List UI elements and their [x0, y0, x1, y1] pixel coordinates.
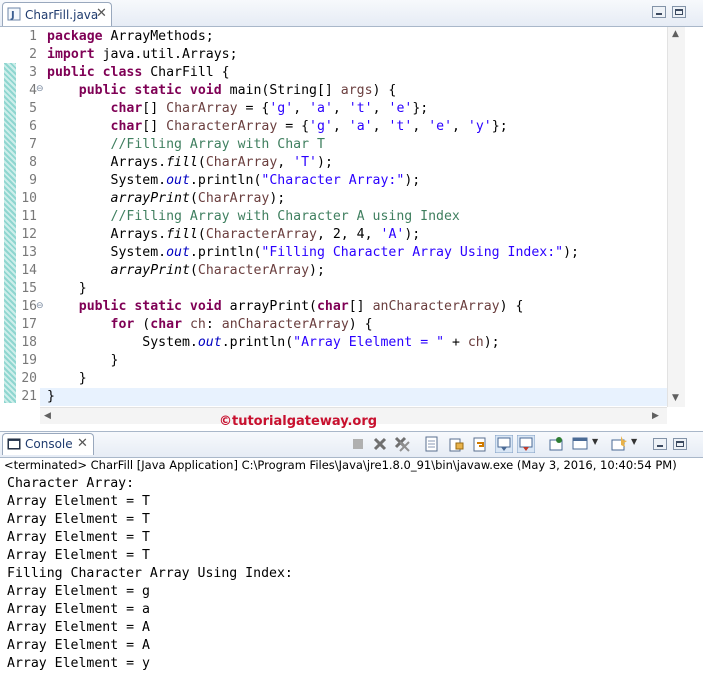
display-selected-console-icon[interactable]	[571, 435, 589, 453]
line-number: 16	[21, 299, 37, 314]
line-number: 12	[21, 227, 37, 242]
console-output-line: Array Elelment = A	[7, 620, 150, 635]
line-number: 1	[29, 29, 37, 44]
console-icon	[7, 438, 21, 450]
pin-console-icon[interactable]	[547, 435, 565, 453]
code-line: Arrays.fill(CharArray, 'T');	[47, 155, 333, 170]
show-console-on-error-icon[interactable]	[517, 435, 535, 453]
code-line: System.out.println("Array Elelment = " +…	[47, 335, 500, 350]
line-number: 8	[29, 155, 37, 170]
minimize-console-button[interactable]	[653, 438, 667, 450]
console-output-line: Array Elelment = g	[7, 584, 150, 599]
editor-tab-close-icon[interactable]: ✕	[96, 6, 107, 21]
remove-all-terminated-icon[interactable]	[393, 435, 411, 453]
line-number: 10	[21, 191, 37, 206]
console-output-line: Array Elelment = A	[7, 638, 150, 653]
maximize-editor-button[interactable]	[672, 6, 686, 18]
console-status-line: <terminated> CharFill [Java Application]…	[4, 458, 677, 472]
console-output-line: Array Elelment = T	[7, 494, 150, 509]
console-output-line: Filling Character Array Using Index:	[7, 566, 293, 581]
code-line: arrayPrint(CharacterArray);	[110, 263, 325, 278]
clear-console-icon[interactable]	[423, 435, 441, 453]
scroll-down-icon[interactable]: ▼	[672, 393, 679, 403]
minimize-editor-button[interactable]	[652, 6, 666, 18]
code-line: char[] CharArray = {'g', 'a', 't', 'e'};	[110, 101, 429, 116]
maximize-console-button[interactable]	[673, 438, 687, 450]
console-output-line: Array Elelment = T	[7, 512, 150, 527]
java-file-icon: J	[7, 7, 21, 21]
line-number: 21	[21, 389, 37, 404]
code-line: import java.util.Arrays;	[47, 47, 238, 62]
console-output-line: Array Elelment = T	[7, 530, 150, 545]
scroll-right-icon[interactable]: ▶	[652, 411, 659, 421]
line-number: 2	[29, 47, 37, 62]
code-line: public static void arrayPrint(char[] anC…	[78, 299, 524, 314]
console-output-line: Array Elelment = T	[7, 548, 150, 563]
code-line: }	[47, 353, 119, 368]
show-console-on-output-icon[interactable]	[495, 435, 513, 453]
console-tab[interactable]: Console ✕	[2, 433, 94, 455]
open-console-dropdown-icon[interactable]: ▼	[631, 437, 637, 446]
code-line: public static void main(String[] args) {	[78, 83, 397, 98]
svg-text:J: J	[10, 10, 15, 21]
code-line: //Filling Array with Char T	[110, 137, 325, 152]
watermark: ©tutorialgateway.org	[219, 414, 378, 429]
code-line: //Filling Array with Character A using I…	[110, 209, 460, 224]
terminate-icon[interactable]	[349, 435, 367, 453]
line-number: 5	[29, 101, 37, 116]
remove-launch-icon[interactable]	[371, 435, 389, 453]
code-line: Arrays.fill(CharacterArray, 2, 4, 'A');	[47, 227, 421, 242]
line-number: 15	[21, 281, 37, 296]
code-line: public class CharFill {	[47, 65, 230, 80]
line-number: 19	[21, 353, 37, 368]
console-tab-close-icon[interactable]: ✕	[77, 436, 88, 451]
code-line: System.out.println("Character Array:");	[47, 173, 421, 188]
console-output-line: Character Array:	[7, 476, 135, 491]
line-number: 11	[21, 209, 37, 224]
code-line: char[] CharacterArray = {'g', 'a', 't', …	[110, 119, 508, 134]
line-number: 18	[21, 335, 37, 350]
console-tab-label: Console	[25, 437, 73, 451]
line-number: 14	[21, 263, 37, 278]
line-number: 3	[29, 65, 37, 80]
editor-tab-label: CharFill.java	[25, 8, 99, 22]
scroll-left-icon[interactable]: ◀	[44, 411, 51, 421]
line-number: 4	[29, 83, 37, 98]
line-number: 13	[21, 245, 37, 260]
fold-toggle-icon[interactable]: ⊖	[36, 84, 44, 94]
line-number: 7	[29, 137, 37, 152]
scroll-lock-icon[interactable]	[447, 435, 465, 453]
line-number: 17	[21, 317, 37, 332]
code-line: }	[47, 371, 87, 386]
code-line: }	[47, 281, 87, 296]
console-output-line: Array Elelment = y	[7, 656, 150, 671]
line-number: 9	[29, 173, 37, 188]
line-number: 6	[29, 119, 37, 134]
scroll-up-icon[interactable]: ▲	[672, 29, 679, 39]
current-line-highlight	[40, 388, 667, 406]
line-number: 20	[21, 371, 37, 386]
editor-vertical-scrollbar[interactable]: ▲ ▼	[667, 27, 685, 407]
change-ruler	[4, 63, 16, 403]
display-console-dropdown-icon[interactable]: ▼	[592, 437, 598, 446]
console-output-line: Array Elelment = a	[7, 602, 150, 617]
fold-toggle-icon[interactable]: ⊖	[36, 301, 44, 311]
code-line: System.out.println("Filling Character Ar…	[47, 245, 579, 260]
word-wrap-icon[interactable]	[471, 435, 489, 453]
editor-tab-charfill[interactable]: J CharFill.java ✕	[2, 2, 112, 26]
open-console-icon[interactable]	[610, 435, 628, 453]
code-line: arrayPrint(CharArray);	[110, 191, 286, 206]
code-line: package ArrayMethods;	[47, 29, 214, 44]
code-line: }	[47, 389, 55, 404]
code-line: for (char ch: anCharacterArray) {	[110, 317, 373, 332]
